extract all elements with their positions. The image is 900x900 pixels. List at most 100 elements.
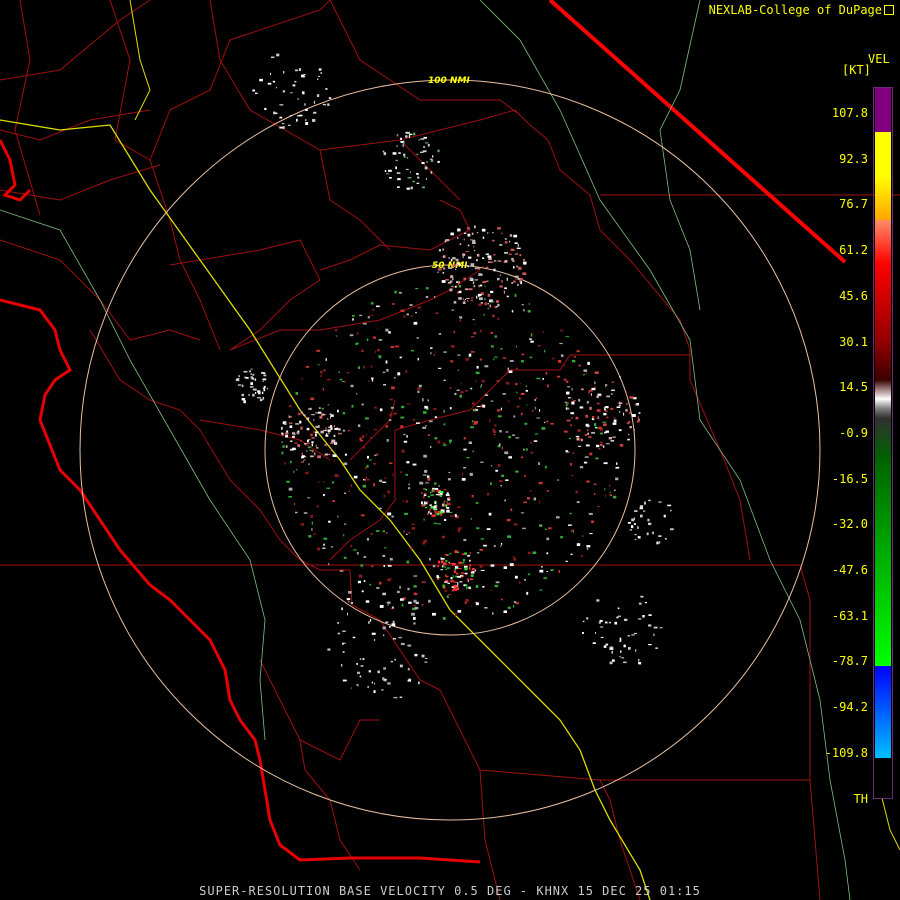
echo-pixel [318,425,320,428]
echo-pixel [259,78,263,82]
echo-pixel [593,386,597,388]
echo-pixel [594,381,596,385]
echo-pixel [307,446,311,449]
echo-pixel [492,239,495,242]
echo-pixel [409,133,413,136]
echo-pixel [427,495,430,498]
echo-pixel [592,642,596,644]
legend-title: VEL [868,52,890,66]
echo-pixel [324,453,328,456]
echo-pixel [474,279,478,281]
echo-pixel [288,487,293,491]
echo-pixel [250,373,252,375]
echo-pixel [610,407,614,410]
echo-pixel [457,506,461,508]
echo-pixel [350,687,352,689]
echo-pixel [459,316,463,319]
echo-pixel [633,523,636,525]
echo-pixel [533,497,536,501]
echo-pixel [359,314,363,317]
echo-pixel [493,545,496,547]
echo-pixel [481,380,485,383]
echo-pixel [281,451,284,455]
echo-pixel [658,535,662,537]
echo-pixel [462,559,465,562]
echo-pixel [510,508,513,512]
echo-pixel [520,412,523,416]
echo-pixel [267,82,272,85]
echo-pixel [510,248,515,251]
echo-pixel [515,367,518,370]
echo-pixel [281,123,285,125]
echo-pixel [461,575,463,578]
echo-pixel [527,551,531,555]
echo-pixel [595,632,597,634]
echo-pixel [580,554,583,557]
echo-pixel [413,604,417,607]
echo-pixel [358,574,363,578]
echo-pixel [623,661,627,664]
echo-pixel [408,487,411,490]
echo-pixel [383,152,387,156]
echo-pixel [438,485,440,487]
echo-pixel [392,638,396,640]
echo-pixel [432,155,434,158]
echo-pixel [333,424,335,428]
echo-pixel [238,375,240,378]
legend-tick: -109.8 [824,745,868,760]
echo-pixel [629,426,632,429]
echo-pixel [304,459,306,461]
echo-pixel [481,274,483,276]
echo-pixel [406,313,409,316]
echo-pixel [371,681,373,684]
echo-pixel [568,407,570,410]
echo-pixel [428,599,431,603]
echo-pixel [337,622,339,624]
echo-pixel [236,378,240,380]
echo-pixel [471,232,474,235]
echo-pixel [376,587,380,589]
echo-pixel [457,610,462,613]
echo-pixel [566,391,570,395]
echo-pixel [450,387,452,389]
echo-pixel [410,186,413,190]
echo-pixel [468,441,472,444]
echo-pixel [486,280,489,282]
echo-pixel [523,258,525,262]
legend-tick: -16.5 [831,471,868,486]
echo-pixel [403,315,406,318]
echo-pixel [500,545,502,547]
echo-pixel [405,473,408,476]
echo-pixel [383,384,386,386]
echo-pixel [422,398,424,402]
echo-pixel [288,415,290,418]
echo-pixel [609,491,611,493]
color-bar-segment [875,264,891,380]
echo-pixel [579,406,584,409]
echo-pixel [658,501,662,503]
echo-pixel [470,239,473,241]
echo-pixel [534,433,539,435]
echo-pixel [424,469,428,473]
echo-pixel [296,118,298,122]
echo-pixel [482,266,484,269]
echo-pixel [567,386,571,388]
echo-pixel [399,664,403,668]
echo-pixel [418,139,420,141]
echo-pixel [638,412,641,414]
echo-pixel [471,336,475,338]
echo-pixel [542,331,545,333]
echo-pixel [382,554,386,557]
echo-pixel [593,483,597,486]
echo-pixel [646,532,649,536]
echo-pixel [443,562,447,565]
echo-pixel [643,510,646,512]
echo-pixel [446,595,449,598]
echo-pixel [369,619,372,622]
echo-pixel [289,425,293,428]
echo-pixel [411,612,415,616]
echo-pixel [425,657,428,659]
echo-pixel [465,599,469,602]
echo-pixel [472,402,475,405]
echo-pixel [316,547,321,551]
